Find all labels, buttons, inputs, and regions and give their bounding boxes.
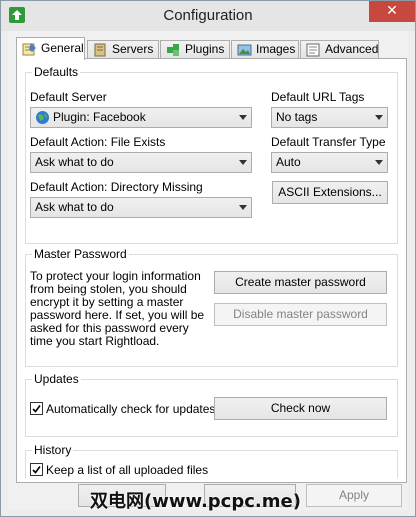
master-password-group: Master Password To protect your login in… <box>25 247 398 367</box>
watermark-text: 双电网(www.pcpc.me) <box>90 491 301 512</box>
general-tab-page: Defaults Default Server Plugin: Facebook… <box>16 58 407 483</box>
images-icon <box>237 43 252 57</box>
keep-list-checkbox[interactable] <box>30 463 43 476</box>
url-tags-value: No tags <box>276 110 318 124</box>
history-group: History Keep a list of all uploaded file… <box>25 443 398 478</box>
updates-group-title: Updates <box>32 372 81 386</box>
tab-general[interactable]: General <box>16 37 85 60</box>
master-password-group-title: Master Password <box>32 247 129 261</box>
tab-servers[interactable]: Servers <box>87 40 159 59</box>
url-tags-select[interactable]: No tags <box>271 107 388 128</box>
transfer-type-select[interactable]: Auto <box>271 152 388 173</box>
auto-check-label[interactable]: Automatically check for updates <box>46 402 215 416</box>
keep-list-label[interactable]: Keep a list of all uploaded files <box>46 463 208 477</box>
defaults-group-title: Defaults <box>32 65 81 79</box>
default-server-label: Default Server <box>30 90 107 104</box>
chevron-down-icon <box>239 115 247 120</box>
checkmark-icon <box>32 466 41 474</box>
dir-missing-value: Ask what to do <box>35 200 114 214</box>
tab-plugins[interactable]: Plugins <box>160 40 230 59</box>
defaults-group: Defaults Default Server Plugin: Facebook… <box>25 65 398 244</box>
close-button[interactable]: ✕ <box>369 1 415 22</box>
globe-icon <box>35 110 50 125</box>
general-icon <box>22 42 37 56</box>
url-tags-label: Default URL Tags <box>271 90 365 104</box>
tab-plugins-label: Plugins <box>185 42 225 56</box>
tab-servers-label: Servers <box>112 42 154 56</box>
chevron-down-icon <box>239 205 247 210</box>
file-exists-value: Ask what to do <box>35 155 114 169</box>
file-exists-label: Default Action: File Exists <box>30 135 166 149</box>
file-exists-select[interactable]: Ask what to do <box>30 152 252 173</box>
chevron-down-icon <box>239 160 247 165</box>
master-password-description: To protect your login information from b… <box>30 269 205 348</box>
client-area: General Servers Plugins Images Advanced … <box>8 31 408 512</box>
tab-images[interactable]: Images <box>231 40 299 59</box>
disable-master-password-button[interactable]: Disable master password <box>214 303 387 326</box>
tab-advanced[interactable]: Advanced <box>300 40 379 59</box>
tab-general-label: General <box>41 41 84 55</box>
window-title: Configuration <box>163 7 253 24</box>
title-bar[interactable]: Configuration ✕ <box>1 1 415 31</box>
check-now-button[interactable]: Check now <box>214 397 387 420</box>
chevron-down-icon <box>375 115 383 120</box>
advanced-icon <box>306 43 321 57</box>
tab-images-label: Images <box>256 42 296 56</box>
auto-check-checkbox[interactable] <box>30 402 43 415</box>
checkmark-icon <box>32 405 41 413</box>
dir-missing-label: Default Action: Directory Missing <box>30 180 203 194</box>
servers-icon <box>93 43 108 57</box>
apply-button[interactable]: Apply <box>306 484 402 507</box>
dir-missing-select[interactable]: Ask what to do <box>30 197 252 218</box>
default-server-select[interactable]: Plugin: Facebook <box>30 107 252 128</box>
updates-group: Updates Automatically check for updates … <box>25 372 398 437</box>
create-master-password-button[interactable]: Create master password <box>214 271 387 294</box>
tab-advanced-label: Advanced <box>325 42 379 56</box>
configuration-window: Configuration ✕ General Servers Plugins … <box>0 0 416 517</box>
transfer-type-value: Auto <box>276 155 301 169</box>
chevron-down-icon <box>375 160 383 165</box>
plugins-icon <box>166 43 181 57</box>
ascii-extensions-button[interactable]: ASCII Extensions... <box>272 181 388 204</box>
history-group-title: History <box>32 443 74 457</box>
transfer-type-label: Default Transfer Type <box>271 135 386 149</box>
default-server-value: Plugin: Facebook <box>53 110 146 124</box>
